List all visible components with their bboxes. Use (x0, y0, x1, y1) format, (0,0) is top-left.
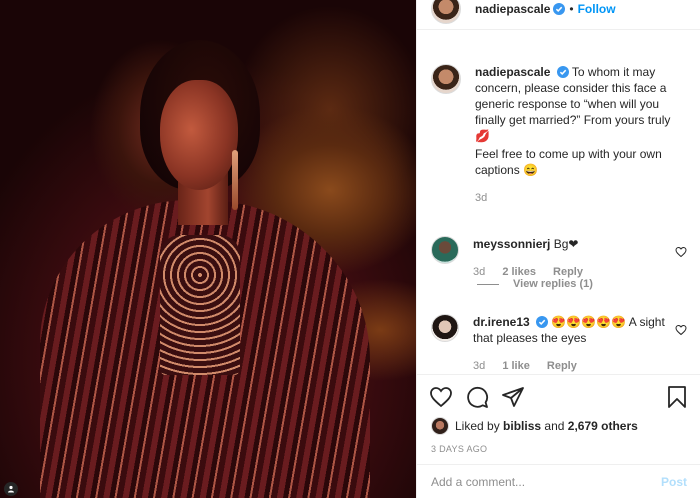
post-photo[interactable] (0, 0, 416, 498)
caption: nadiepascale To whom it may concern, ple… (417, 64, 700, 206)
bookmark-icon[interactable] (665, 385, 689, 409)
post-actions: Liked by bibliss and 2,679 others 3 DAYS… (417, 374, 700, 498)
share-icon[interactable] (501, 385, 525, 409)
comment-username[interactable]: dr.irene13 (473, 315, 530, 329)
post-header: nadiepascale • Follow (417, 0, 700, 30)
caption-avatar[interactable] (431, 64, 461, 94)
liked-by: Liked by bibliss and 2,679 others (417, 409, 700, 435)
add-comment-bar: Post (417, 464, 700, 498)
verified-icon (556, 66, 569, 78)
view-replies-label[interactable]: View replies (1) (513, 278, 593, 290)
liked-by-user[interactable]: bibliss (503, 419, 541, 433)
header-separator: • (569, 1, 574, 16)
liked-by-and: and (544, 419, 565, 433)
reply-button[interactable]: Reply (553, 266, 583, 278)
comment-item: dr.irene13 😍😍😍😍😍 A sight that pleases th… (417, 314, 700, 374)
heart-icon[interactable] (429, 385, 453, 409)
photo-earring (232, 150, 238, 210)
caption-time[interactable]: 3d (475, 192, 487, 204)
post-button[interactable]: Post (661, 475, 687, 489)
comment-avatar[interactable] (431, 314, 459, 342)
comment-item: meyssonnierj Bg❤ 3d 2 likes Reply (417, 236, 700, 280)
heart-icon[interactable] (675, 324, 687, 336)
view-replies-line (477, 283, 499, 285)
verified-icon (536, 316, 549, 328)
view-replies-button[interactable]: View replies (1) (477, 278, 593, 290)
heart-icon[interactable] (675, 246, 687, 258)
header-username[interactable]: nadiepascale (475, 2, 550, 16)
comment-likes[interactable]: 1 like (502, 360, 530, 372)
comment-avatar[interactable] (431, 236, 459, 264)
post-date[interactable]: 3 DAYS AGO (417, 435, 700, 454)
comment-time[interactable]: 3d (473, 266, 485, 278)
comment-input[interactable] (431, 474, 661, 489)
comment-icon[interactable] (465, 385, 489, 409)
comments-list[interactable]: nadiepascale To whom it may concern, ple… (417, 48, 700, 374)
liked-by-prefix: Liked by (455, 419, 500, 433)
comment-likes[interactable]: 2 likes (502, 266, 536, 278)
caption-username[interactable]: nadiepascale (475, 65, 550, 79)
follow-button[interactable]: Follow (578, 2, 616, 16)
verified-icon (553, 2, 566, 15)
post-sidebar: nadiepascale • Follow nadiepascale To wh… (416, 0, 700, 498)
photo-embroidery (160, 235, 240, 375)
reply-button[interactable]: Reply (547, 360, 577, 372)
comment-time[interactable]: 3d (473, 360, 485, 372)
liked-by-others[interactable]: 2,679 others (568, 419, 638, 433)
action-bar (417, 375, 700, 409)
avatar[interactable] (431, 417, 449, 435)
comment-text: Bg❤ (553, 237, 579, 251)
caption-text-2: Feel free to come up with your own capti… (475, 147, 662, 177)
avatar[interactable] (431, 0, 461, 24)
comment-username[interactable]: meyssonnierj (473, 237, 550, 251)
user-tag-icon[interactable] (4, 482, 18, 496)
photo-face (160, 80, 238, 190)
